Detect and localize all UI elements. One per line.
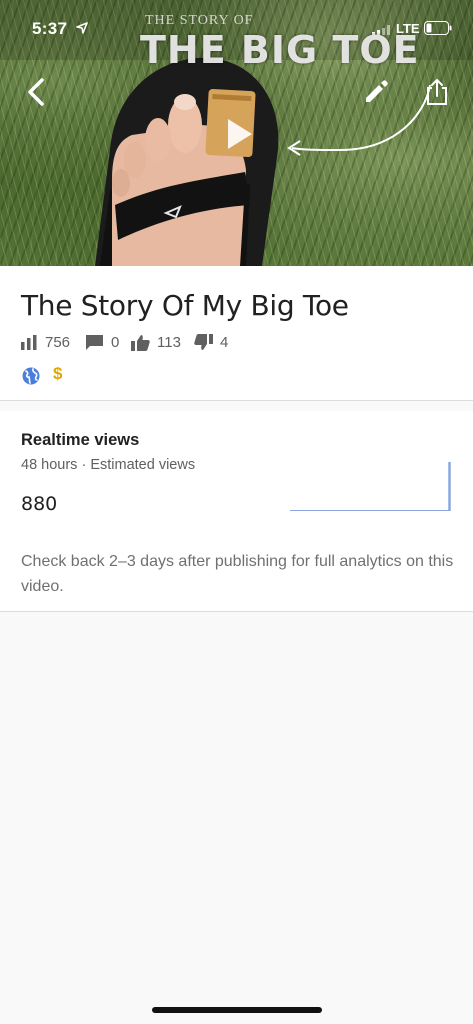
realtime-sparkline <box>290 462 451 511</box>
likes-count: 113 <box>157 334 181 351</box>
share-icon <box>427 79 447 105</box>
divider <box>0 611 473 612</box>
share-button[interactable] <box>419 74 455 110</box>
monetization-icon: $ <box>53 364 63 383</box>
play-icon <box>228 119 252 149</box>
views-stat: 756 <box>21 334 70 351</box>
divider <box>0 400 473 401</box>
likes-stat: 113 <box>131 334 181 351</box>
status-time: 5:37 <box>32 19 68 38</box>
chevron-left-icon <box>28 78 44 106</box>
thumbs-down-icon <box>194 334 213 350</box>
video-info-card <box>0 266 473 400</box>
realtime-views-subtitle: 48 hours · Estimated views <box>21 457 196 473</box>
location-arrow-icon <box>76 22 88 34</box>
thumbnail-subtitle: THE STORY OF <box>145 13 254 28</box>
home-indicator[interactable] <box>152 1007 322 1013</box>
dislikes-stat: 4 <box>194 334 228 351</box>
realtime-views-value: 880 <box>21 493 58 515</box>
thumbnail-title: THE BIG TOE <box>140 28 420 72</box>
comment-icon <box>86 335 103 350</box>
play-button[interactable] <box>215 110 263 158</box>
dislikes-count: 4 <box>220 334 229 351</box>
globe-icon <box>22 367 40 385</box>
video-player[interactable]: 5:37 LTE THE STORY OF THE BIG TOE <box>0 0 473 266</box>
analytics-note: Check back 2–3 days after publishing for… <box>21 553 454 595</box>
views-count: 756 <box>45 334 71 351</box>
comments-count: 0 <box>111 334 120 351</box>
bar-chart-icon <box>21 335 37 350</box>
comments-stat: 0 <box>85 334 119 351</box>
pencil-icon <box>366 80 388 102</box>
battery-icon <box>424 21 452 35</box>
thumbs-up-icon <box>131 335 150 351</box>
edit-button[interactable] <box>358 74 394 110</box>
video-title: The Story Of My Big Toe <box>21 289 349 322</box>
realtime-views-title: Realtime views <box>21 431 140 449</box>
back-button[interactable] <box>18 74 54 110</box>
